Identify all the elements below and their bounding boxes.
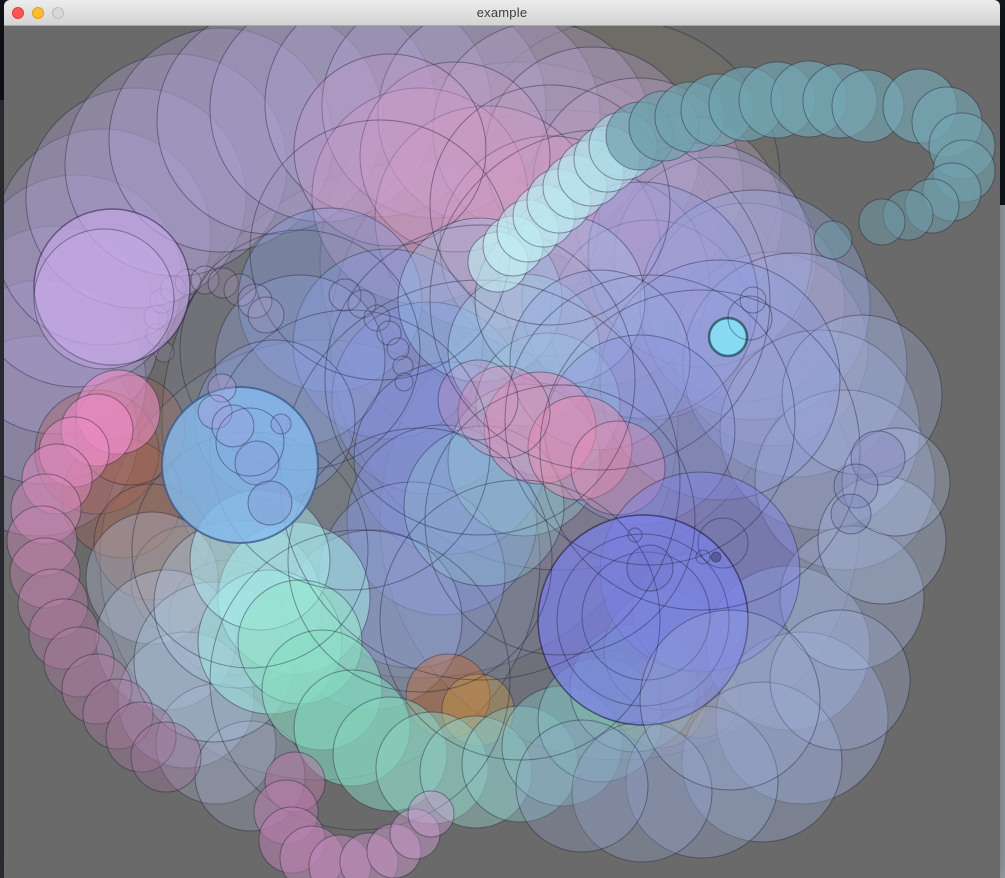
bubble: [248, 481, 292, 525]
bubble: [859, 199, 905, 245]
app-window: example: [4, 0, 1000, 878]
canvas-area: [4, 26, 1000, 878]
sliver-right-light: [1000, 205, 1005, 878]
background-window-sliver-right: [1000, 0, 1005, 878]
bubble: [395, 373, 413, 391]
titlebar[interactable]: example: [4, 0, 1000, 26]
bubble: [711, 552, 721, 562]
bubble: [235, 441, 279, 485]
bubble: [248, 297, 284, 333]
bubble: [831, 494, 871, 534]
minimize-button[interactable]: [32, 7, 44, 19]
close-button[interactable]: [12, 7, 24, 19]
traffic-lights: [12, 0, 64, 26]
zoom-disabled-button: [52, 7, 64, 19]
bubble: [212, 405, 254, 447]
bubble: [131, 722, 201, 792]
sliver-right-dark: [1000, 0, 1005, 205]
bubble-canvas[interactable]: [4, 26, 1000, 878]
window-title: example: [477, 5, 528, 20]
bubble: [516, 720, 648, 852]
bubble: [640, 610, 820, 790]
bubble: [814, 221, 852, 259]
bubble: [271, 414, 291, 434]
bubble: [408, 791, 454, 837]
bubble: [34, 229, 174, 369]
bubble: [709, 318, 747, 356]
